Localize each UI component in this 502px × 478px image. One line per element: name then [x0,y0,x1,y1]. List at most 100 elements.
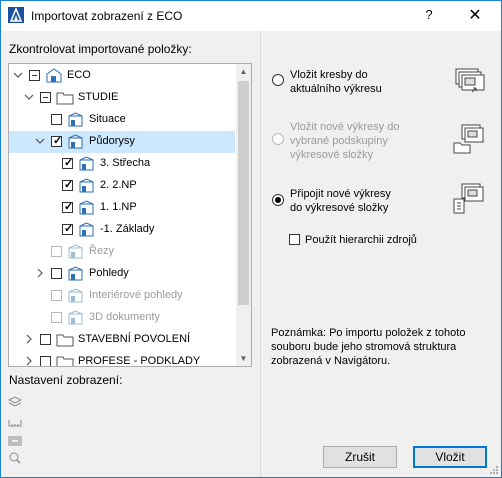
partial-check-icon [43,97,48,98]
chevron-right-icon[interactable] [24,356,34,366]
append-layouts-icon [453,183,484,214]
radio-new-layouts-subset[interactable] [272,133,284,145]
view-icon [79,156,94,171]
folder-icon [56,356,74,366]
view-icon [79,178,94,193]
tree-label: Zkontrolovat importované položky: [9,42,192,56]
tree-item-checkbox[interactable] [51,290,62,301]
option-place-drawings-text: Vložit kresby do aktuálního výkresu [290,69,382,95]
tree-item-label: Pohledy [89,267,129,279]
tree-item-checkbox[interactable] [40,334,51,345]
scroll-thumb[interactable] [238,81,249,305]
chevron-right-icon[interactable] [35,268,45,278]
view-icon [68,244,83,259]
tree-item-label: 3. Střecha [100,157,151,169]
tree-item-checkbox[interactable]: ✓ [51,135,63,147]
tree-row[interactable]: Situace [9,109,235,131]
tree-item-checkbox[interactable]: ✓ [62,201,73,213]
tree-item-label: Řezy [89,245,115,257]
import-items-tree[interactable]: ECO STUDIE Situace ✓ Půdorysy ✓ 3. Střecha ✓ 2. … [8,63,252,367]
tree-row[interactable]: Řezy [9,241,235,263]
tree-item-checkbox[interactable] [40,92,51,103]
view-icon [79,200,94,215]
scroll-down-icon[interactable]: ▼ [236,351,251,366]
view-icon [79,222,94,237]
chevron-down-icon[interactable] [13,70,23,80]
tree-item-checkbox[interactable] [40,356,51,366]
insert-button[interactable]: Vložit [413,446,487,468]
chevron-down-icon[interactable] [35,136,45,146]
tree-row[interactable]: Interiérové pohledy [9,285,235,307]
tree-item-label: ECO [67,69,91,81]
checkmark-icon: ✓ [64,157,74,169]
title-bar: Importovat zobrazení z ECO ? ✕ [1,1,501,31]
chevron-right-icon[interactable] [24,334,34,344]
tree-item-label: 2. 2.NP [100,179,137,191]
option-append-layouts-text: Připojit nové výkresy do výkresové složk… [290,188,391,214]
tree-item-label: Půdorysy [89,135,135,147]
tree-row[interactable]: STAVEBNÍ POVOLENÍ [9,329,235,351]
radio-append-layouts[interactable] [272,194,284,206]
tree-content: ECO STUDIE Situace ✓ Půdorysy ✓ 3. Střecha ✓ 2. … [9,64,235,366]
tree-row[interactable]: ECO [9,65,235,87]
tree-row[interactable]: ✓ -1. Základy [9,219,235,241]
partial-check-icon [32,75,37,76]
folder-icon [56,334,74,347]
layers-icon[interactable] [8,396,22,408]
tree-item-label: STAVEBNÍ POVOLENÍ [78,333,191,345]
dimension-icon[interactable] [8,416,22,428]
view-icon [68,310,83,325]
view-icon [68,112,83,127]
tree-scrollbar[interactable]: ▲ ▼ [236,64,251,366]
new-layouts-subset-icon [453,124,484,154]
tree-row[interactable]: STUDIE [9,87,235,109]
tree-item-label: Situace [89,113,126,125]
tree-item-label: PROFESE - PODKLADY [78,355,201,367]
close-button[interactable]: ✕ [463,5,487,25]
scroll-up-icon[interactable]: ▲ [236,64,251,79]
cancel-button[interactable]: Zrušit [323,446,397,468]
radio-place-drawings[interactable] [272,74,284,86]
resize-grip-icon[interactable] [489,465,499,475]
help-button[interactable]: ? [419,7,439,25]
checkmark-icon: ✓ [64,223,74,235]
tree-row[interactable]: PROFESE - PODKLADY [9,351,235,367]
view-settings-label: Nastavení zobrazení: [9,373,123,387]
tree-row[interactable]: 3D dokumenty [9,307,235,329]
import-views-dialog: Importovat zobrazení z ECO ? ✕ Zkontrolo… [0,0,502,478]
tree-item-label: STUDIE [78,91,119,103]
window-title: Importovat zobrazení z ECO [31,9,183,23]
tree-row[interactable]: ✓ 3. Střecha [9,153,235,175]
chevron-down-icon[interactable] [24,92,34,102]
left-panel: Zkontrolovat importované položky: ECO STU… [1,31,261,477]
zoom-icon[interactable] [8,452,22,464]
tree-item-checkbox[interactable]: ✓ [62,179,74,191]
tree-item-label: 1. 1.NP [100,201,137,213]
tree-row[interactable]: Pohledy [9,263,235,285]
tree-row[interactable]: ✓ 2. 2.NP [9,175,235,197]
tree-item-checkbox[interactable] [51,114,62,125]
right-panel: Vložit kresby do aktuálního výkresu Vlož… [262,31,501,477]
view-icon [68,288,83,303]
tree-item-checkbox[interactable]: ✓ [62,157,74,169]
hierarchy-checkbox[interactable] [289,234,300,245]
tree-item-label: Interiérové pohledy [89,289,183,301]
checkmark-icon: ✓ [64,179,74,191]
place-drawings-icon [455,68,485,93]
project-icon [46,68,62,83]
hierarchy-checkbox-label: Použít hierarchii zdrojů [305,234,417,246]
tree-row[interactable]: ✓ 1. 1.NP [9,197,235,219]
folder-icon [56,92,74,105]
tree-item-checkbox[interactable] [29,70,40,81]
checkmark-icon: ✓ [53,135,63,147]
tree-item-label: -1. Základy [100,223,155,235]
frame-icon[interactable] [8,435,22,447]
view-icon [68,266,83,281]
tree-item-checkbox[interactable] [51,268,62,279]
tree-item-checkbox[interactable] [51,312,62,323]
tree-item-checkbox[interactable]: ✓ [62,223,74,235]
tree-item-label: 3D dokumenty [89,311,160,323]
tree-row[interactable]: ✓ Půdorysy [9,131,235,153]
view-icon [68,134,83,149]
tree-item-checkbox[interactable] [51,246,62,257]
